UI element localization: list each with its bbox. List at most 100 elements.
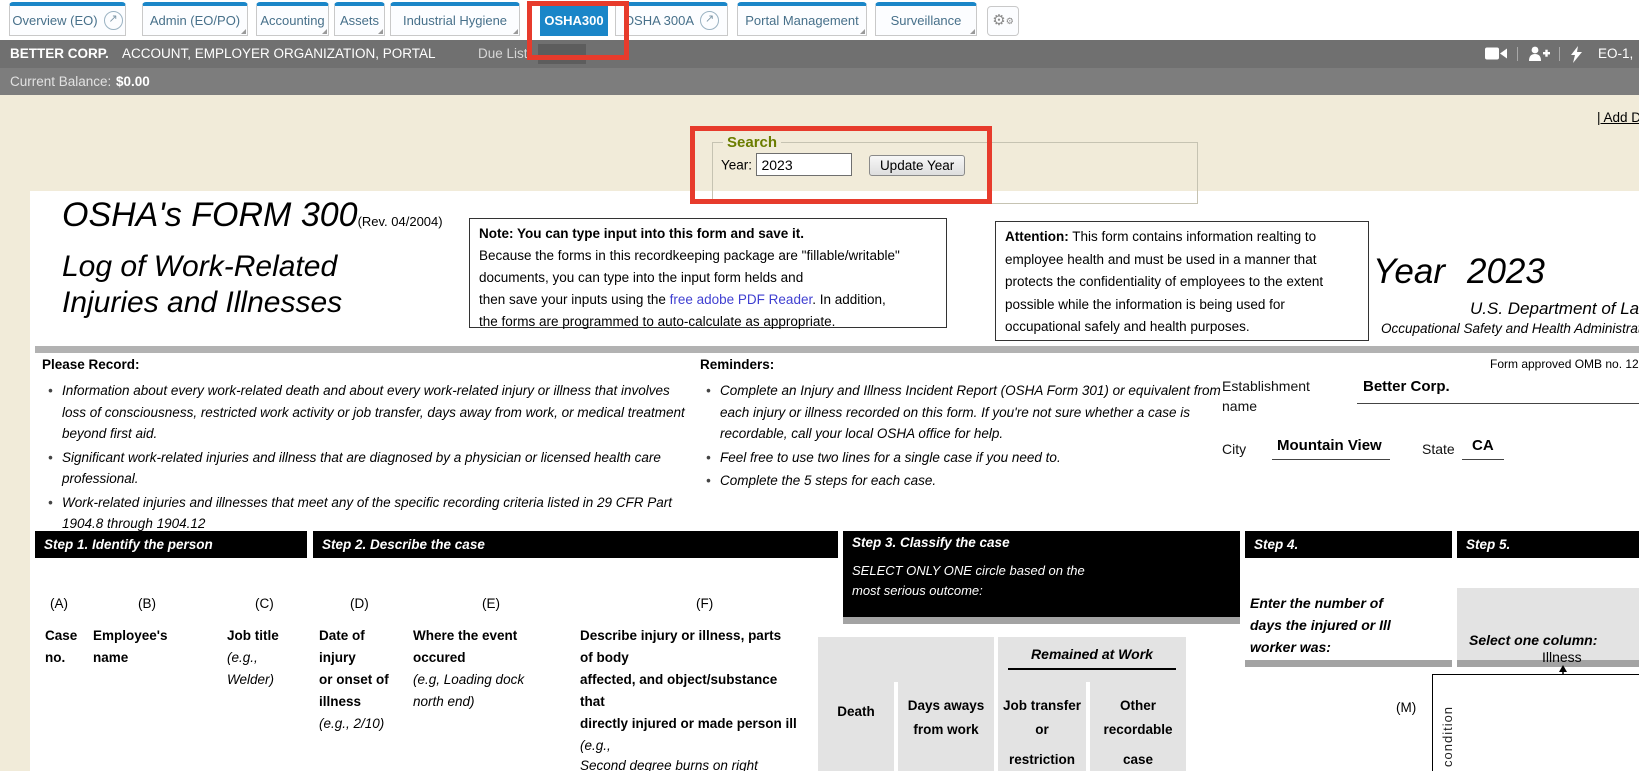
establishment-underline: [1357, 402, 1639, 404]
step4-instruction: Enter the number of days the injured or …: [1250, 592, 1391, 658]
col-example: Second degree burns on right: [580, 758, 758, 771]
col-days-away-2: from work: [898, 722, 994, 737]
tab-industrial-hygiene[interactable]: Industrial Hygiene: [390, 2, 520, 36]
col-head-where: Where the event: [413, 628, 517, 643]
external-link-icon[interactable]: ↗: [104, 11, 123, 30]
pdf-reader-link[interactable]: free adobe PDF Reader: [670, 292, 813, 307]
attention-line: Attention: This form contains informatio…: [1005, 226, 1359, 249]
toolbar-separator: [1559, 47, 1560, 61]
col-example: north end): [413, 694, 475, 709]
settings-button[interactable]: ⚙⚙: [987, 6, 1019, 36]
step3-header: Step 3. Classify the case SELECT ONLY ON…: [843, 531, 1240, 617]
please-record-item: Information about every work-related dea…: [46, 380, 694, 445]
update-year-button[interactable]: Update Year: [869, 155, 965, 176]
video-button[interactable]: [1485, 46, 1509, 62]
col-example: Welder): [227, 672, 274, 687]
attention-box: Attention: This form contains informatio…: [995, 221, 1369, 341]
illness-columns-box: [1432, 674, 1639, 771]
tab-overview-eo[interactable]: Overview (EO) ↗: [9, 2, 126, 36]
tab-label: OSHA 300A: [624, 13, 694, 28]
illness-column-rotated-label: condition: [1440, 682, 1455, 767]
attention-line: occupational safely and health purposes.: [1005, 316, 1359, 339]
tab-accounting[interactable]: Accounting: [256, 2, 329, 36]
col-head-occured: occured: [413, 650, 466, 665]
col-letter-f: (F): [696, 596, 713, 611]
tab-portal-management[interactable]: Portal Management: [737, 2, 867, 36]
note-line: then save your inputs using the free ado…: [479, 289, 937, 311]
step2-header: Step 2. Describe the case: [313, 531, 838, 558]
form-subtitle-2: Injuries and Illnesses: [62, 286, 342, 320]
tab-osha300a[interactable]: OSHA 300A ↗: [615, 2, 728, 36]
search-panel: Search Year: Update Year: [712, 134, 1198, 204]
due-list-value-box[interactable]: [538, 44, 586, 64]
tab-label: Accounting: [260, 13, 324, 28]
col-head-illness: illness: [319, 694, 361, 709]
illness-label: Illness: [1542, 649, 1582, 665]
tab-surveillance[interactable]: Surveillance: [875, 2, 977, 36]
attention-line: employee health and must be used in a ma…: [1005, 249, 1359, 272]
note-line: Because the forms in this recordkeeping …: [479, 245, 937, 267]
col-head-case: Case: [45, 628, 77, 643]
establishment-value: Better Corp.: [1363, 378, 1450, 395]
col-head-that: that: [580, 694, 605, 709]
video-camera-icon: [1485, 46, 1508, 61]
tab-assets[interactable]: Assets: [334, 2, 385, 36]
col-death: Death: [818, 704, 894, 719]
reminders-list: Complete an Injury and Illness Incident …: [704, 380, 1224, 494]
reminder-item: Complete the 5 steps for each case.: [704, 470, 1224, 492]
add-user-button[interactable]: [1528, 46, 1552, 62]
state-value: CA: [1472, 437, 1494, 454]
org-subtitle: ACCOUNT, EMPLOYER ORGANIZATION, PORTAL: [122, 40, 436, 68]
external-link-icon[interactable]: ↗: [700, 11, 719, 30]
add-link[interactable]: | Add D: [1597, 110, 1639, 125]
col-head-name: name: [93, 650, 128, 665]
form-year: Year2023: [1373, 252, 1545, 292]
reminder-item: Feel free to use two lines for a single …: [704, 447, 1224, 469]
due-list-label: Due List:: [478, 40, 531, 68]
quick-action-button[interactable]: [1571, 46, 1585, 62]
person-add-icon: [1528, 46, 1550, 62]
col-letter-d: (D): [350, 596, 369, 611]
establishment-label: Establishment name: [1222, 376, 1310, 416]
col-head-jobtitle: Job title: [227, 628, 279, 643]
tab-admin-eo-po[interactable]: Admin (EO/PO): [142, 2, 248, 36]
col-head-ofbody: of body: [580, 650, 629, 665]
organization-bar: BETTER CORP. ACCOUNT, EMPLOYER ORGANIZAT…: [0, 40, 1639, 68]
balance-bar: Current Balance: $0.00: [0, 68, 1639, 95]
col-head-describe: Describe injury or illness, parts: [580, 628, 781, 643]
city-label: City: [1222, 439, 1246, 459]
lightning-icon: [1571, 46, 1583, 63]
col-job-transfer-2: or: [998, 722, 1086, 737]
col-other-2: recordable: [1090, 722, 1186, 737]
tab-label: OSHA300: [544, 13, 603, 28]
toolbar-separator: [1517, 47, 1518, 61]
tab-osha300-active[interactable]: OSHA300: [540, 2, 608, 36]
col-job-transfer-3: restriction: [998, 752, 1086, 767]
step4-shadow: [1245, 660, 1452, 667]
tab-label: Industrial Hygiene: [403, 13, 507, 28]
please-record-title: Please Record:: [42, 357, 140, 372]
department-label: U.S. Department of Lab: [1470, 299, 1639, 319]
tab-label: Admin (EO/PO): [150, 13, 240, 28]
col-head-employee: Employee's: [93, 628, 168, 643]
col-letter-a: (A): [50, 596, 68, 611]
remained-underline: [1008, 668, 1176, 670]
balance-label: Current Balance:: [10, 68, 111, 95]
step5-header: Step 5.: [1457, 531, 1639, 558]
form-year-value: 2023: [1467, 252, 1545, 291]
note-line: documents, you can type into the input f…: [479, 267, 937, 289]
col-example: (e.g.,: [227, 650, 258, 665]
col-job-transfer-1: Job transfer: [998, 698, 1086, 713]
gear-icon: ⚙: [992, 12, 1005, 29]
col-example: (e.g., 2/10): [319, 716, 384, 731]
reminders-title: Reminders:: [700, 357, 774, 372]
tab-label: Overview (EO): [12, 13, 97, 28]
city-value: Mountain View: [1277, 437, 1382, 454]
osha300-screen: Overview (EO) ↗ Admin (EO/PO) Accounting…: [0, 0, 1639, 771]
note-heading: Note: You can type input into this form …: [479, 226, 804, 241]
reminder-item: Complete an Injury and Illness Incident …: [704, 380, 1224, 445]
please-record-item: Work-related injuries and illnesses that…: [46, 492, 694, 535]
year-input[interactable]: [756, 153, 852, 176]
col-head-directly: directly injured or made person ill: [580, 716, 797, 731]
tab-label: Assets: [340, 13, 379, 28]
